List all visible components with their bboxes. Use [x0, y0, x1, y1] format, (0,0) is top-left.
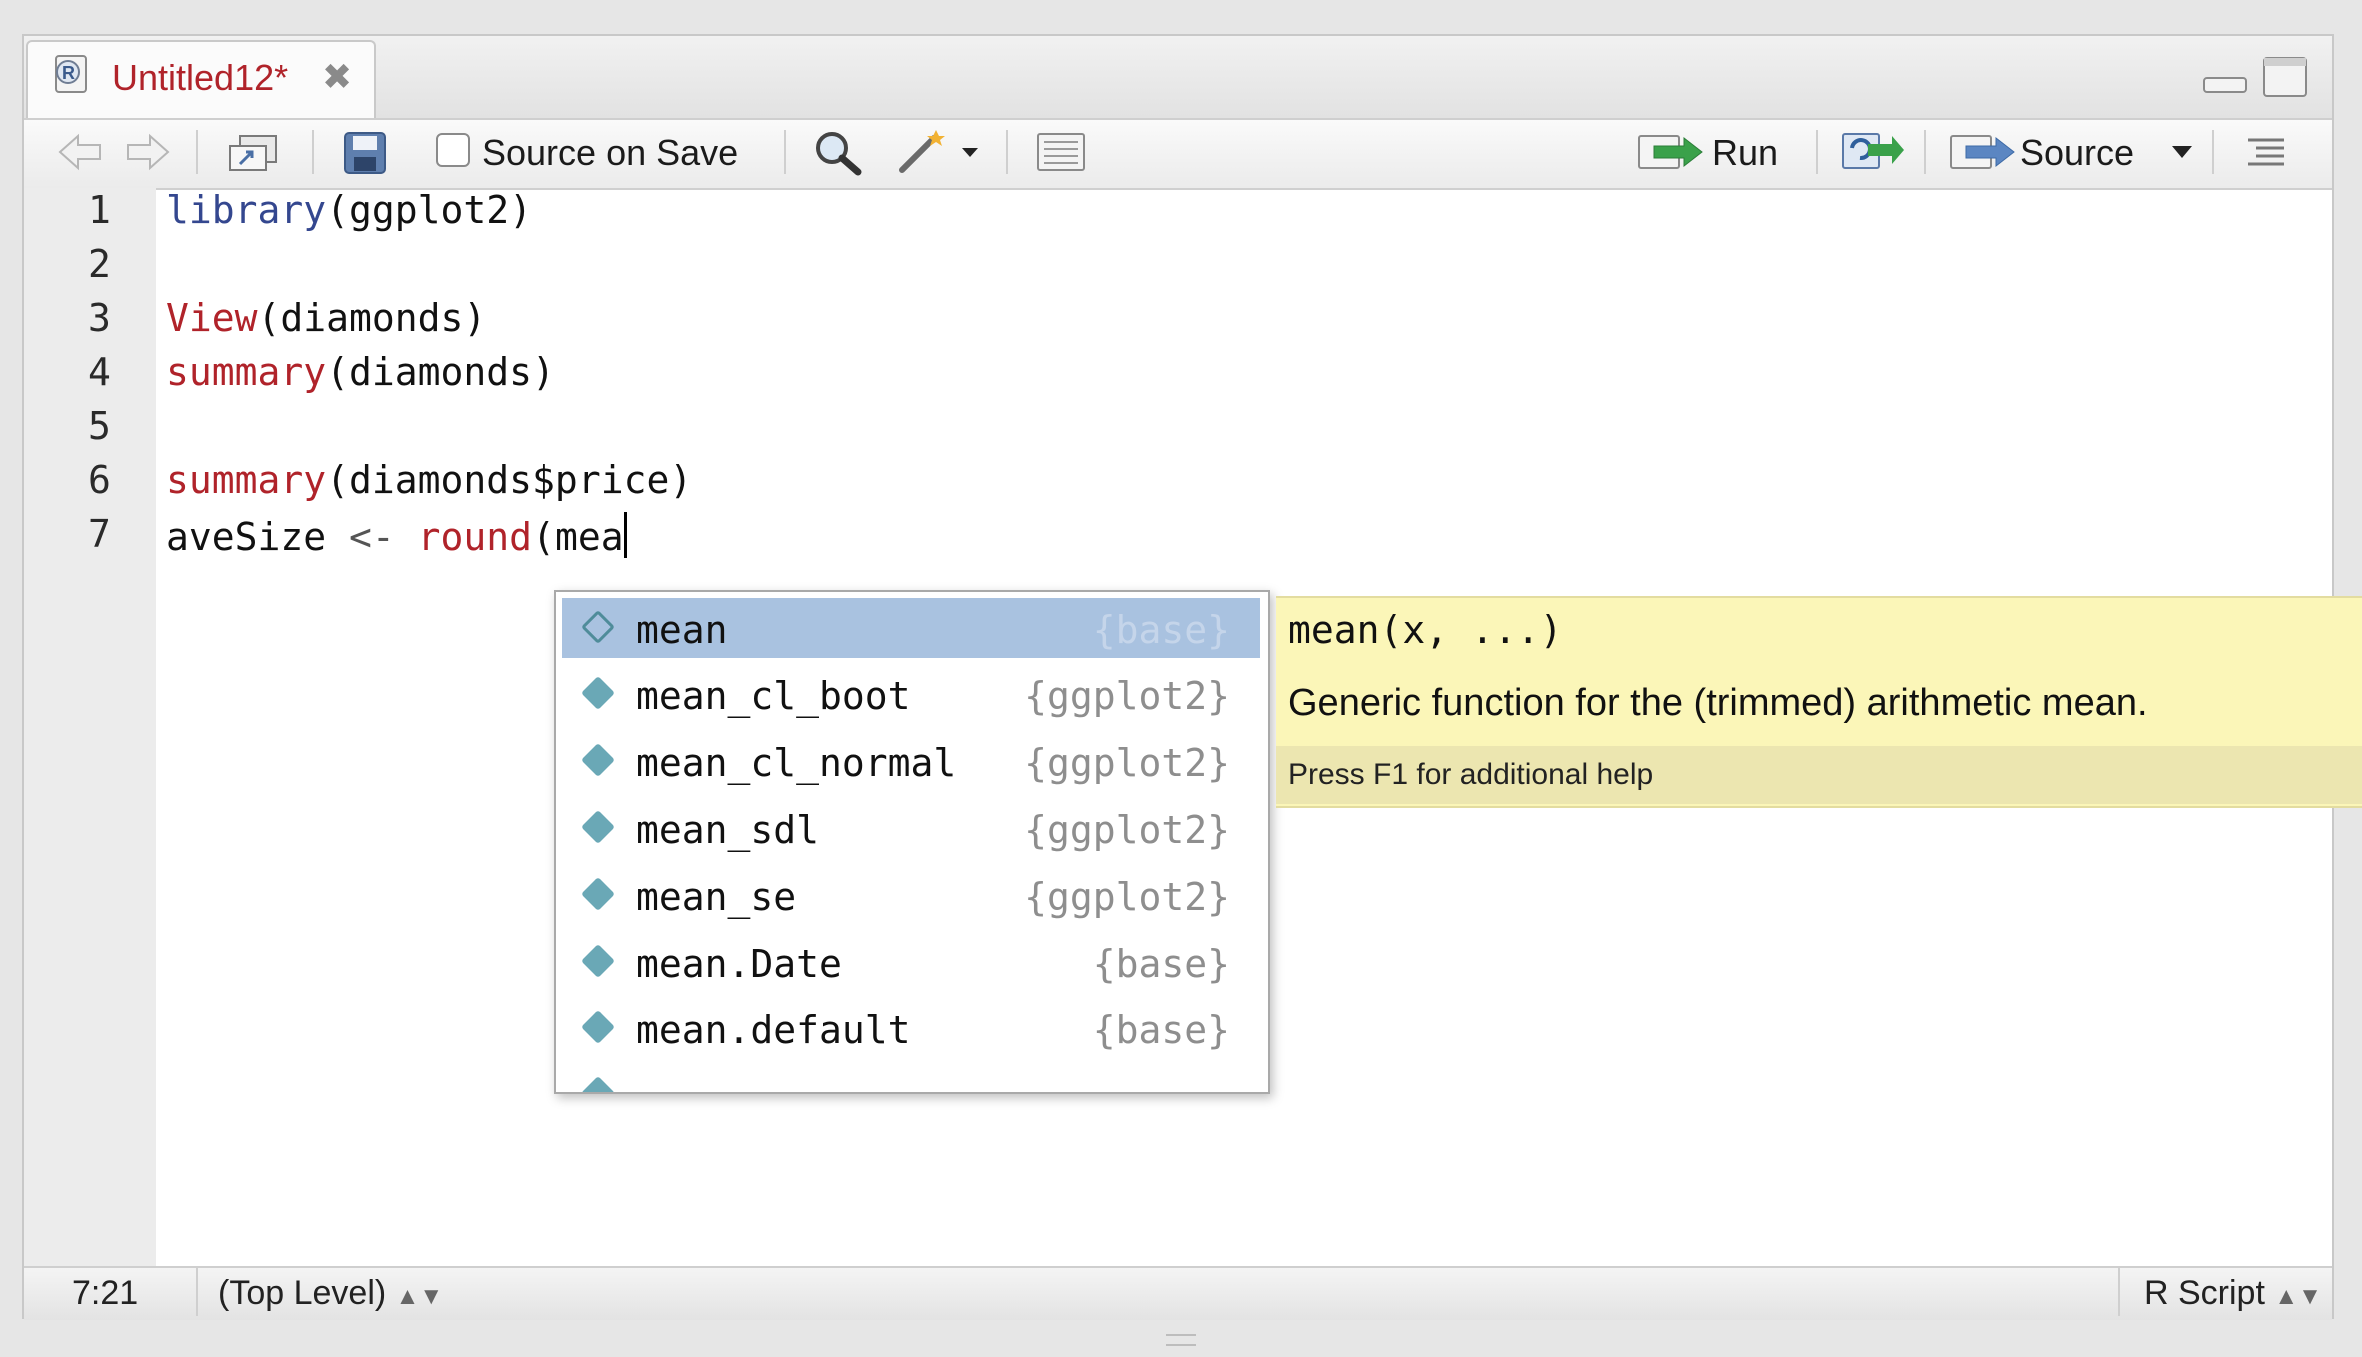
cursor-position: 7:21 — [72, 1274, 139, 1312]
code-function: library — [166, 188, 327, 232]
completion-name: mean_sdl — [636, 808, 820, 852]
completion-name: mean.Date — [636, 942, 842, 986]
help-description: Generic function for the (trimmed) arith… — [1288, 682, 2148, 724]
completion-item[interactable]: mean {base} — [562, 598, 1260, 658]
completion-item[interactable]: mean.default {base} — [562, 998, 1260, 1058]
maximize-icon[interactable] — [2262, 56, 2310, 100]
scope-label: (Top Level) — [218, 1274, 387, 1312]
source-button[interactable]: Source — [2020, 132, 2134, 174]
code-args: (diamonds$price) — [326, 458, 693, 502]
completion-item-partial[interactable] — [562, 1064, 1260, 1092]
help-signature: mean(x, ...) — [1288, 608, 1563, 652]
source-on-save-label: Source on Save — [482, 132, 739, 173]
help-hint: Press F1 for additional help — [1288, 758, 1654, 791]
code-line-7[interactable]: aveSize <- round(mea — [166, 512, 627, 559]
source-icon[interactable] — [1948, 130, 2020, 174]
save-icon[interactable] — [342, 130, 390, 176]
completion-name: mean.default — [636, 1008, 911, 1052]
completion-name: mean_cl_boot — [636, 674, 911, 718]
status-separator — [2118, 1268, 2120, 1316]
back-arrow-icon[interactable] — [56, 132, 104, 172]
function-icon — [581, 944, 615, 978]
toolbar-separator — [2212, 130, 2214, 174]
function-icon — [581, 743, 615, 777]
code-function: round — [394, 515, 533, 559]
completion-package: {ggplot2} — [1024, 808, 1230, 852]
line-number: 6 — [88, 458, 111, 502]
file-type-label: R Script — [2144, 1274, 2265, 1312]
scope-selector[interactable]: (Top Level) ▲▼ — [218, 1274, 443, 1313]
completion-item[interactable]: mean_se {ggplot2} — [562, 865, 1260, 925]
line-number: 5 — [88, 404, 111, 448]
completion-package: {base} — [1092, 942, 1230, 986]
chevron-down-icon[interactable] — [2170, 142, 2196, 162]
completion-name: mean_se — [636, 875, 797, 919]
text-cursor — [623, 512, 627, 558]
source-on-save-checkbox[interactable] — [436, 133, 470, 167]
show-in-window-icon[interactable] — [226, 130, 282, 174]
code-operator: <- — [349, 515, 395, 559]
outline-icon[interactable] — [2244, 134, 2288, 170]
line-number: 1 — [88, 188, 111, 232]
forward-arrow-icon[interactable] — [124, 132, 172, 172]
code-function: summary — [166, 458, 327, 502]
rerun-icon[interactable] — [1840, 128, 1906, 174]
autocomplete-popup: mean {base} mean_cl_boot {ggplot2} mean_… — [554, 590, 1270, 1094]
completion-package: {ggplot2} — [1024, 875, 1230, 919]
completion-package: {base} — [1092, 1008, 1230, 1052]
code-function: View — [166, 296, 258, 340]
code-args: (diamonds) — [326, 350, 555, 394]
magic-wand-icon[interactable] — [896, 126, 986, 178]
run-icon[interactable] — [1636, 130, 1708, 174]
toolbar-separator — [784, 130, 786, 174]
line-number: 2 — [88, 242, 111, 286]
toolbar-separator — [1006, 130, 1008, 174]
minimize-icon[interactable] — [2202, 60, 2250, 100]
toolbar-separator — [1924, 130, 1926, 174]
tab-close-icon[interactable]: ✖ — [322, 56, 352, 98]
toolbar-separator — [312, 130, 314, 174]
pane-resize-handle[interactable] — [1166, 1334, 1196, 1346]
function-icon — [581, 877, 615, 911]
updown-icon: ▲▼ — [395, 1283, 444, 1310]
tab-title: Untitled12* — [112, 57, 289, 98]
code-function: summary — [166, 350, 327, 394]
function-icon — [581, 1010, 615, 1044]
code-line-1[interactable]: library(ggplot2) — [166, 188, 532, 232]
toolbar-separator — [1816, 130, 1818, 174]
code-line-4[interactable]: summary(diamonds) — [166, 350, 555, 394]
status-separator — [196, 1268, 198, 1316]
code-variable: aveSize — [166, 515, 350, 559]
line-number: 4 — [88, 350, 111, 394]
updown-icon: ▲▼ — [2274, 1283, 2322, 1310]
completion-name: mean — [636, 608, 728, 652]
function-icon — [581, 676, 615, 710]
code-args: (ggplot2) — [326, 188, 533, 232]
compile-report-icon[interactable] — [1034, 130, 1090, 174]
completion-package: {base} — [1092, 608, 1230, 652]
line-number: 7 — [88, 512, 111, 556]
function-icon — [581, 1076, 615, 1092]
completion-item[interactable]: mean.Date {base} — [562, 932, 1260, 992]
code-line-3[interactable]: View(diamonds) — [166, 296, 486, 340]
file-type-selector[interactable]: R Script ▲▼ — [2144, 1274, 2322, 1313]
code-args: (mea — [532, 515, 624, 559]
completion-item[interactable]: mean_sdl {ggplot2} — [562, 798, 1260, 858]
function-icon — [581, 610, 615, 644]
completion-item[interactable]: mean_cl_normal {ggplot2} — [562, 731, 1260, 791]
search-icon[interactable] — [812, 128, 864, 176]
code-line-6[interactable]: summary(diamonds$price) — [166, 458, 692, 502]
line-number: 3 — [88, 296, 111, 340]
toolbar-separator — [196, 130, 198, 174]
completion-name: mean_cl_normal — [636, 741, 957, 785]
r-file-icon: R — [55, 55, 87, 93]
completion-package: {ggplot2} — [1024, 741, 1230, 785]
completion-package: {ggplot2} — [1024, 674, 1230, 718]
svg-text:R: R — [62, 63, 75, 83]
code-args: (diamonds) — [257, 296, 487, 340]
completion-item[interactable]: mean_cl_boot {ggplot2} — [562, 664, 1260, 724]
function-icon — [581, 810, 615, 844]
run-button[interactable]: Run — [1712, 132, 1778, 174]
